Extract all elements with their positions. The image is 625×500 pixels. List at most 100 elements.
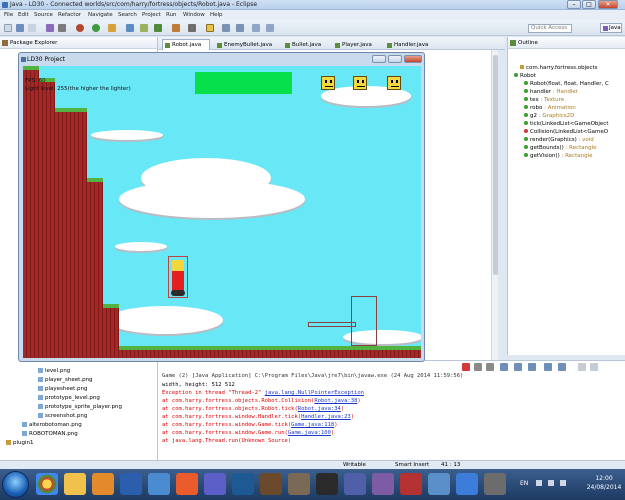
outline-class[interactable]: Robot: [514, 73, 536, 79]
tab-robot-java[interactable]: Robot.java: [162, 39, 210, 50]
back-icon[interactable]: [252, 24, 260, 32]
game-minimize-button[interactable]: [372, 55, 386, 63]
exception-link[interactable]: java.lang.NullPointerException: [265, 390, 364, 396]
game-window[interactable]: LD30 Project FPS: 60 Light level: 255(th…: [18, 52, 425, 362]
game-canvas[interactable]: FPS: 60 Light level: 255(the higher the …: [23, 66, 421, 358]
java-app-icon[interactable]: [456, 473, 478, 495]
quick-access-input[interactable]: Quick Access: [528, 24, 572, 33]
remove-all-icon[interactable]: [486, 363, 494, 371]
paint-icon[interactable]: [148, 473, 170, 495]
stacktrace-link[interactable]: Game.java:100: [288, 430, 331, 436]
skype-icon[interactable]: [232, 473, 254, 495]
menu-refactor[interactable]: Refactor: [58, 12, 81, 18]
tree-item[interactable]: plugin1: [6, 440, 34, 446]
tree-item[interactable]: screenshot.png: [38, 413, 87, 419]
skip-breakpoints-icon[interactable]: [58, 24, 66, 32]
network-icon[interactable]: [536, 480, 542, 486]
outline-member[interactable]: tick(LinkedList<GameObject: [524, 121, 609, 127]
tree-item[interactable]: level.png: [38, 368, 70, 374]
stacktrace-link[interactable]: Robot.java:34: [298, 406, 341, 412]
close-button[interactable]: ✕: [598, 0, 618, 9]
menu-source[interactable]: Source: [34, 12, 53, 18]
external-tools-icon[interactable]: [108, 24, 116, 32]
new-package-icon[interactable]: [140, 24, 148, 32]
run-icon[interactable]: [92, 24, 100, 32]
app-icon[interactable]: [176, 473, 198, 495]
outline-member[interactable]: tex : Texture: [524, 97, 564, 103]
remove-launch-icon[interactable]: [474, 363, 482, 371]
menu-project[interactable]: Project: [142, 12, 161, 18]
stacktrace-link[interactable]: Handler.java:23: [301, 414, 351, 420]
outline-member[interactable]: Collision(LinkedList<GameO: [524, 129, 608, 135]
tree-item[interactable]: ROBOTOMAN.png: [22, 431, 78, 437]
explorer-icon[interactable]: [64, 473, 86, 495]
outline-package[interactable]: com.harry.fortress.objects: [520, 65, 598, 71]
outline-member[interactable]: robo : Animation: [524, 105, 576, 111]
tree-item[interactable]: player_sheet.png: [38, 377, 93, 383]
app-icon[interactable]: [400, 473, 422, 495]
game-close-button[interactable]: [404, 55, 422, 63]
pin-console-icon[interactable]: [528, 363, 536, 371]
search-icon[interactable]: [188, 24, 196, 32]
menu-navigate[interactable]: Navigate: [88, 12, 113, 18]
language-indicator[interactable]: EN: [520, 480, 528, 487]
tab-player-java[interactable]: Player.java: [332, 39, 380, 50]
open-type-icon[interactable]: [172, 24, 180, 32]
next-annotation-icon[interactable]: [222, 24, 230, 32]
terminal-icon[interactable]: [316, 473, 338, 495]
print-icon[interactable]: [28, 24, 36, 32]
toggle-mark-occurrences-icon[interactable]: [206, 24, 214, 32]
outline-member[interactable]: getVision() : Rectangle: [524, 153, 593, 159]
outline-member[interactable]: Robot(float, float, Handler, C: [524, 81, 609, 87]
stacktrace-link[interactable]: Robot.java:38: [314, 398, 357, 404]
app-icon[interactable]: [204, 473, 226, 495]
save-icon[interactable]: [16, 24, 24, 32]
terminate-icon[interactable]: [462, 363, 470, 371]
tree-item[interactable]: prototype_level.png: [38, 395, 100, 401]
outline-member[interactable]: handler : Handler: [524, 89, 578, 95]
outline-header[interactable]: Outline: [508, 37, 625, 49]
stacktrace-link[interactable]: Game.java:118: [291, 422, 334, 428]
console-view[interactable]: Game (2) [Java Application] C:\Program F…: [158, 360, 625, 460]
app-icon[interactable]: [372, 473, 394, 495]
new-java-project-icon[interactable]: [126, 24, 134, 32]
tree-item[interactable]: prototype_sprite_player.png: [38, 404, 122, 410]
debug-run-icon[interactable]: [76, 24, 84, 32]
tab-bullet-java[interactable]: Bullet.java: [282, 39, 328, 50]
forward-icon[interactable]: [266, 24, 274, 32]
start-button[interactable]: [2, 471, 29, 498]
system-clock[interactable]: 12:00 24/08/2014: [584, 474, 624, 492]
outline-member[interactable]: render(Graphics) : void: [524, 137, 594, 143]
package-explorer-header[interactable]: Package Explorer: [0, 37, 157, 49]
outline-member[interactable]: g2 : Graphics2D: [524, 113, 574, 119]
tab-enemybullet-java[interactable]: EnemyBullet.java: [214, 39, 278, 50]
maximize-view-icon[interactable]: [590, 363, 598, 371]
outline-member[interactable]: getBounds() : Rectangle: [524, 145, 597, 151]
minecraft-icon[interactable]: [288, 473, 310, 495]
game-maximize-button[interactable]: [388, 55, 402, 63]
app-icon[interactable]: [428, 473, 450, 495]
media-player-icon[interactable]: [92, 473, 114, 495]
open-console-icon[interactable]: [558, 363, 566, 371]
previous-annotation-icon[interactable]: [236, 24, 244, 32]
editor-scrollbar[interactable]: [491, 50, 498, 368]
maximize-button[interactable]: □: [582, 0, 596, 9]
tree-item[interactable]: alterobotoman.png: [22, 422, 82, 428]
new-icon[interactable]: [4, 24, 12, 32]
clear-console-icon[interactable]: [500, 363, 508, 371]
word-icon[interactable]: [120, 473, 142, 495]
minimize-view-icon[interactable]: [578, 363, 586, 371]
chrome-icon[interactable]: [36, 473, 58, 495]
display-console-icon[interactable]: [544, 363, 552, 371]
volume-icon[interactable]: [548, 480, 554, 486]
menu-run[interactable]: Run: [166, 12, 177, 18]
minimize-button[interactable]: –: [567, 0, 581, 9]
tab-handler-java[interactable]: Handler.java: [384, 39, 438, 50]
scrollbar-thumb[interactable]: [493, 55, 498, 275]
tree-item[interactable]: playesheet.png: [38, 386, 88, 392]
scroll-lock-icon[interactable]: [514, 363, 522, 371]
java-perspective-button[interactable]: Java: [600, 23, 622, 33]
menu-file[interactable]: File: [4, 12, 13, 18]
app-icon[interactable]: [484, 473, 506, 495]
debug-icon[interactable]: [46, 24, 54, 32]
